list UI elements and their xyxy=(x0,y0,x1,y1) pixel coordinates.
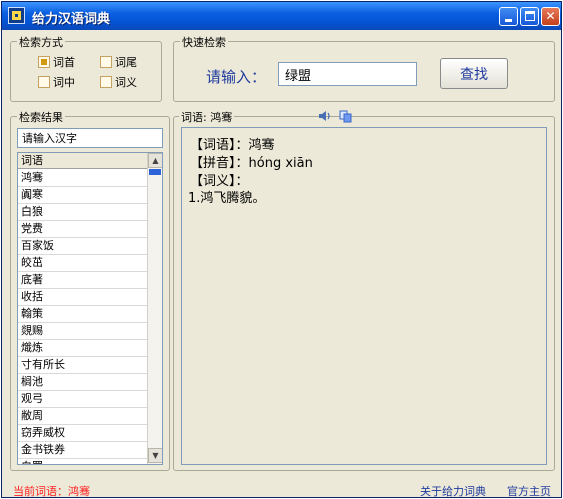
minimize-button[interactable] xyxy=(499,7,518,26)
search-results-legend: 检索结果 xyxy=(17,109,65,125)
search-mode-legend: 检索方式 xyxy=(17,34,65,50)
scroll-down-icon[interactable]: ▼ xyxy=(148,448,162,463)
checkbox-icon[interactable] xyxy=(100,56,112,68)
list-scrollbar[interactable]: ▲ ▼ xyxy=(147,153,162,464)
search-mode-group: 检索方式 词首 词尾 词中 词义 xyxy=(10,34,162,102)
speaker-icon[interactable] xyxy=(318,110,332,122)
search-button[interactable]: 查找 xyxy=(440,58,508,89)
list-item[interactable]: 党费 xyxy=(18,221,147,238)
maximize-icon xyxy=(525,11,535,21)
main-window: 给力汉语词典 ✕ 检索方式 词首 词尾 词中 词义 快速检索 请输入： 绿盟 查… xyxy=(1,1,562,498)
list-item[interactable]: 鸿骞 xyxy=(18,170,147,187)
about-link[interactable]: 关于给力词典 xyxy=(420,483,486,499)
list-rows: 鸿骞 阗寒 白狼 党费 百家饭 皎茁 底著 收括 翰策 覢赐 熾炼 寸有所长 榈池 观弓 敝周 窃弄威权 金书铁… xyxy=(18,170,147,464)
list-item[interactable]: 皎茁 xyxy=(18,255,147,272)
list-item[interactable]: 翰策 xyxy=(18,306,147,323)
list-item[interactable]: 收括 xyxy=(18,289,147,306)
detail-meaning-value: 1.鸿飞腾貌。 xyxy=(188,191,266,206)
detail-word-value: 鸿骞 xyxy=(248,138,275,153)
homepage-link[interactable]: 官方主页 xyxy=(507,483,551,499)
list-item[interactable]: 白狼 xyxy=(18,204,147,221)
maximize-button[interactable] xyxy=(520,7,539,26)
search-prompt-label: 请输入： xyxy=(206,68,267,86)
quick-search-legend: 快速检索 xyxy=(180,34,228,50)
window-title: 给力汉语词典 xyxy=(32,12,111,27)
list-item[interactable]: 底著 xyxy=(18,272,147,289)
minimize-icon xyxy=(505,19,512,22)
quick-search-group: 快速检索 请输入： 查找 xyxy=(173,34,555,102)
mode-option-middle[interactable]: 词中 xyxy=(38,74,75,90)
detail-pinyin-row: 【拼音】：hóng xiān xyxy=(190,152,313,171)
copy-icon[interactable] xyxy=(339,110,352,123)
current-word-value: 鸿骞 xyxy=(68,485,90,498)
mode-option-label: 词中 xyxy=(53,76,75,89)
detail-pinyin-value: hóng xiān xyxy=(248,156,313,171)
list-item[interactable]: 白罪 xyxy=(18,459,147,464)
checkbox-icon[interactable] xyxy=(38,76,50,88)
detail-word-label: 【词语】： xyxy=(190,138,249,153)
list-column-header[interactable]: 词语 xyxy=(18,153,147,169)
title-bar[interactable]: 给力汉语词典 ✕ xyxy=(2,2,561,30)
list-item[interactable]: 覢赐 xyxy=(18,323,147,340)
word-filter-input[interactable] xyxy=(17,128,163,148)
word-detail-title: 词语: 鸿骞 xyxy=(179,109,235,125)
word-detail-panel[interactable]: 【词语】：鸿骞 【拼音】：hóng xiān 【词义】： 1.鸿飞腾貌。 xyxy=(181,127,547,465)
mode-option-label: 词首 xyxy=(53,56,75,69)
checkbox-icon[interactable] xyxy=(100,76,112,88)
detail-word-row: 【词语】：鸿骞 xyxy=(190,134,275,153)
mode-option-label: 词义 xyxy=(115,76,137,89)
scroll-thumb[interactable] xyxy=(149,169,161,175)
current-word-status: 当前词语：鸿骞 xyxy=(13,483,90,499)
checkbox-checked-icon[interactable] xyxy=(38,56,50,68)
detail-pinyin-label: 【拼音】： xyxy=(190,156,249,171)
close-icon: ✕ xyxy=(545,9,556,23)
list-item[interactable]: 百家饭 xyxy=(18,238,147,255)
current-word-label: 当前词语： xyxy=(13,485,68,498)
scroll-up-icon[interactable]: ▲ xyxy=(148,153,162,168)
list-item[interactable]: 观弓 xyxy=(18,391,147,408)
list-item[interactable]: 金书铁券 xyxy=(18,442,147,459)
list-item[interactable]: 榈池 xyxy=(18,374,147,391)
list-item[interactable]: 敝周 xyxy=(18,408,147,425)
mode-option-meaning[interactable]: 词义 xyxy=(100,74,137,90)
list-item[interactable]: 寸有所长 xyxy=(18,357,147,374)
results-list[interactable]: 词语 鸿骞 阗寒 白狼 党费 百家饭 皎茁 底著 收括 翰策 覢赐 熾炼 寸有所长 榈池 观弓 敝周 窃弄威权… xyxy=(17,152,163,465)
close-button[interactable]: ✕ xyxy=(541,7,560,26)
mode-option-prefix[interactable]: 词首 xyxy=(38,54,75,70)
dictionary-app-icon xyxy=(8,7,25,24)
mode-option-label: 词尾 xyxy=(115,56,137,69)
search-results-group: 检索结果 词语 鸿骞阗寒白狼党费百家饭皎茁底著收括翰策覢赐熾炼寸有所长榈池观弓敝… xyxy=(10,109,170,471)
list-item[interactable]: 阗寒 xyxy=(18,187,147,204)
list-item[interactable]: 熾炼 xyxy=(18,340,147,357)
list-item[interactable]: 窃弄威权 xyxy=(18,425,147,442)
mode-option-suffix[interactable]: 词尾 xyxy=(100,54,137,70)
search-input[interactable] xyxy=(278,62,417,86)
